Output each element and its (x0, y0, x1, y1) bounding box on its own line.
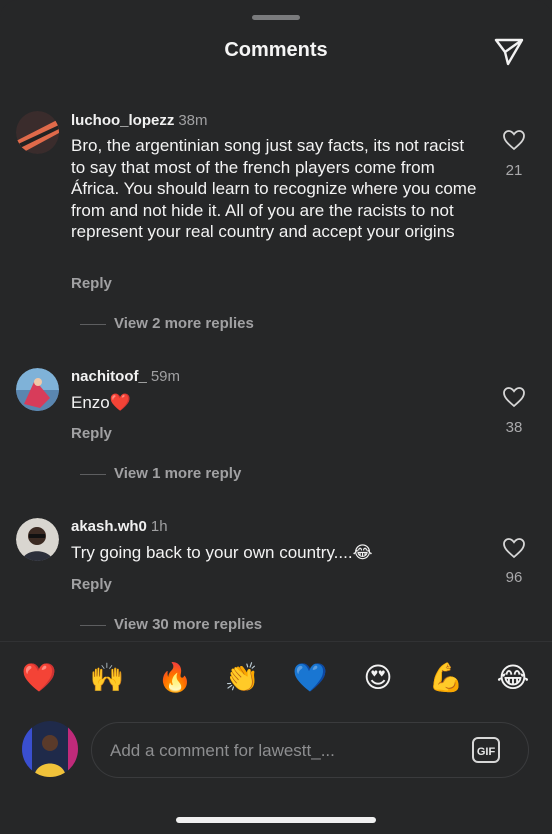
comment-input[interactable] (108, 731, 452, 771)
avatar[interactable] (16, 111, 59, 154)
view-more-replies-label: View 2 more replies (114, 315, 254, 332)
like-count: 96 (505, 569, 523, 586)
divider-line (80, 624, 106, 626)
gif-button[interactable]: GIF (472, 737, 500, 763)
comment-input-box[interactable]: GIF (91, 722, 529, 778)
username[interactable]: luchoo_lopezz (71, 112, 174, 129)
timestamp: 38m (178, 112, 208, 129)
comments-sheet: Comments luchoo_lopezz 38m Bro, the argen… (0, 0, 552, 834)
divider (0, 641, 552, 642)
username[interactable]: akash.wh0 (71, 518, 147, 535)
comment-header: nachitoof_ 59m (71, 368, 180, 385)
like-count: 38 (505, 419, 523, 436)
flexed-biceps-emoji-button[interactable]: 💪 (428, 660, 464, 696)
heart-eyes-emoji-button[interactable]: 😍 (360, 660, 396, 696)
comment-text: Enzo❤️ (71, 393, 131, 412)
divider-line (80, 473, 106, 475)
drag-handle[interactable] (252, 15, 300, 20)
timestamp: 1h (150, 518, 168, 535)
view-more-replies[interactable]: View 1 more reply (80, 465, 241, 482)
view-more-replies[interactable]: View 30 more replies (80, 616, 262, 633)
comment-text: Bro, the argentinian song just say facts… (71, 136, 477, 241)
comment-header: akash.wh0 1h (71, 518, 168, 535)
like-count: 21 (505, 162, 523, 179)
comment-text: Try going back to your own country....😂 (71, 543, 373, 562)
timestamp: 59m (150, 368, 181, 385)
current-user-avatar[interactable] (22, 721, 78, 777)
laughing-emoji-button[interactable]: 😂 (495, 660, 531, 696)
divider-line (80, 323, 106, 325)
clapping-emoji-button[interactable]: 👏 (224, 660, 260, 696)
heart-emoji-button[interactable]: ❤️ (21, 660, 57, 696)
view-more-replies[interactable]: View 2 more replies (80, 315, 254, 332)
username[interactable]: nachitoof_ (71, 368, 147, 385)
page-title: Comments (224, 39, 328, 61)
heart-icon[interactable] (502, 537, 526, 559)
view-more-replies-label: View 1 more reply (114, 465, 242, 482)
reply-button[interactable]: Reply (71, 275, 112, 292)
blue-heart-emoji-button[interactable]: 💙 (292, 660, 328, 696)
avatar[interactable] (16, 518, 59, 561)
quick-reactions-bar: ❤️ 🙌 🔥 👏 💙 😍 💪 😂 (0, 660, 552, 704)
fire-emoji-button[interactable]: 🔥 (157, 660, 193, 696)
home-indicator (176, 817, 376, 823)
heart-icon[interactable] (502, 129, 526, 151)
raising-hands-emoji-button[interactable]: 🙌 (89, 660, 125, 696)
view-more-replies-label: View 30 more replies (114, 616, 263, 633)
reply-button[interactable]: Reply (71, 576, 112, 593)
send-icon[interactable] (493, 36, 525, 68)
avatar[interactable] (16, 368, 59, 411)
reply-button[interactable]: Reply (71, 425, 112, 442)
comment-header: luchoo_lopezz 38m (71, 112, 208, 129)
heart-icon[interactable] (502, 386, 526, 408)
